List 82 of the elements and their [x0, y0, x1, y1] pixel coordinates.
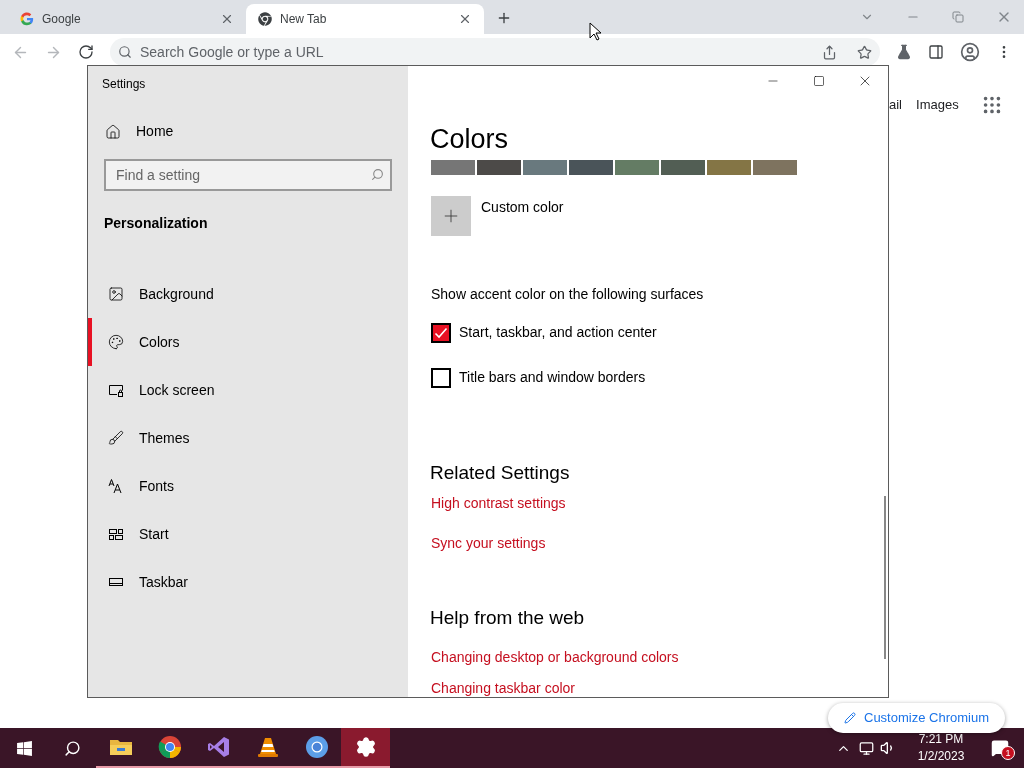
custom-color-label: Custom color [481, 198, 564, 217]
color-swatch[interactable] [707, 160, 751, 175]
checkbox[interactable] [431, 322, 451, 343]
nav-label: Fonts [139, 476, 174, 496]
chromium-icon [258, 12, 272, 26]
color-swatch[interactable] [569, 160, 613, 175]
settings-link[interactable]: High contrast settings [431, 492, 888, 514]
browser-tab[interactable]: New Tab [246, 4, 484, 34]
section-heading: Help from the web [430, 605, 586, 630]
tab-title: New Tab [280, 11, 328, 28]
scrollbar[interactable] [884, 496, 886, 659]
close-icon[interactable] [458, 12, 472, 26]
help-link[interactable]: Changing desktop or background colors [431, 647, 888, 668]
star-icon[interactable] [857, 44, 872, 60]
reload-icon[interactable] [78, 44, 94, 60]
page-link[interactable]: Images [916, 95, 959, 115]
nav-label: Themes [139, 428, 190, 448]
window-title: Settings [102, 76, 147, 93]
new-tab-icon[interactable] [496, 10, 512, 26]
google-icon [20, 12, 34, 26]
nav-item[interactable]: Colors [88, 318, 408, 366]
nav-item[interactable]: Themes [88, 414, 408, 462]
search-icon [371, 168, 384, 181]
nav-item[interactable]: Taskbar [88, 558, 408, 606]
page-heading: Colors [430, 123, 510, 156]
brush-icon [108, 430, 124, 446]
section-heading: Personalization [104, 214, 209, 233]
nav-label: Background [139, 284, 214, 304]
home-item[interactable]: Home [105, 121, 408, 142]
nav-label: Taskbar [139, 572, 189, 592]
gear-icon [354, 736, 377, 758]
accent-label: Show accent color on the following surfaces [431, 285, 705, 304]
lock-screen-icon [108, 382, 124, 398]
help-link[interactable]: Changing taskbar color [431, 678, 888, 699]
close-icon[interactable] [220, 12, 234, 26]
search-icon [118, 45, 132, 59]
pencil-icon [844, 712, 856, 724]
browser-tab[interactable]: Google [8, 4, 246, 34]
checkmark-icon [434, 325, 448, 340]
nav-label: Start [139, 524, 169, 544]
home-label: Home [136, 122, 174, 141]
checkbox-label: Start, taskbar, and action center [459, 323, 657, 342]
visual-studio-icon [206, 735, 231, 759]
color-swatch[interactable] [523, 160, 567, 175]
notification-badge: 1 [1001, 746, 1015, 760]
color-swatch[interactable] [753, 160, 797, 175]
folder-icon [108, 737, 133, 757]
traffic-cone-icon [255, 735, 280, 759]
checkbox-label: Title bars and window borders [459, 368, 646, 387]
fonts-icon [108, 478, 124, 494]
palette-icon [108, 334, 124, 350]
nav-item[interactable]: Lock screen [88, 366, 408, 414]
nav-label: Lock screen [139, 380, 215, 400]
clock[interactable]: 7:21 PM 1/2/2023 [906, 731, 976, 765]
color-swatch[interactable] [477, 160, 521, 175]
tab-title: Google [42, 11, 82, 28]
share-icon[interactable] [822, 44, 837, 60]
chrome-icon [157, 735, 182, 759]
color-swatch[interactable] [661, 160, 705, 175]
tiles-icon [108, 526, 124, 542]
flask-icon[interactable] [896, 44, 912, 60]
checkbox[interactable] [431, 367, 451, 388]
nav-item[interactable]: Background [88, 270, 408, 318]
nav-item[interactable]: Start [88, 510, 408, 558]
nav-label: Colors [139, 332, 180, 352]
search-field[interactable]: Find a setting [104, 159, 392, 191]
settings-link[interactable]: Sync your settings [431, 532, 888, 554]
section-heading: Related Settings [430, 461, 571, 485]
picture-frame-icon [108, 286, 124, 302]
nav-item[interactable]: Fonts [88, 462, 408, 510]
home-icon [105, 123, 121, 140]
profile-icon[interactable] [960, 42, 980, 62]
color-swatch[interactable] [615, 160, 659, 175]
side-panel-icon[interactable] [928, 44, 944, 60]
customize-chromium-button[interactable]: Customize Chromium [828, 703, 1005, 733]
page-link[interactable]: ail [889, 95, 902, 115]
taskbar-app[interactable] [341, 728, 390, 768]
add-color-button[interactable] [431, 196, 471, 236]
network-icon[interactable] [859, 740, 874, 756]
address-bar[interactable]: Search Google or type a URL [110, 38, 880, 66]
chromium-icon [304, 735, 329, 759]
color-swatch[interactable] [431, 160, 475, 175]
